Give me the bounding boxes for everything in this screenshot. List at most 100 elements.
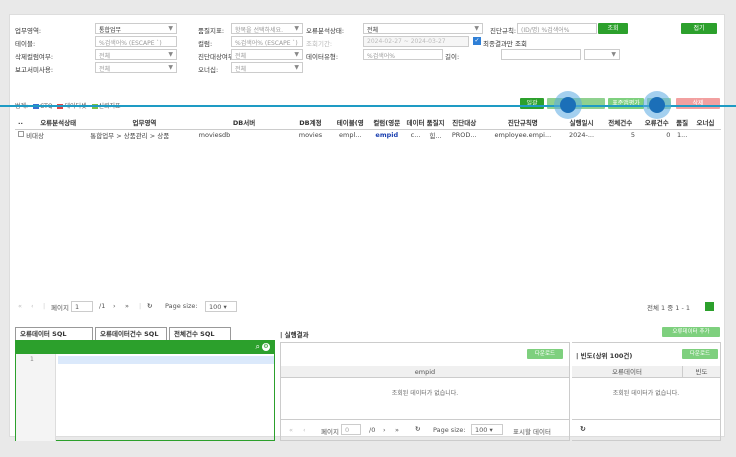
tab-error-data-sql[interactable]: 오류데이터 SQL	[15, 327, 93, 340]
chevron-down-icon: ▼	[294, 25, 299, 32]
line-numbers: 1	[16, 354, 56, 441]
settings-icon[interactable]: ⚙	[262, 343, 270, 351]
column-input[interactable]: %검색어% (ESCAPE `)	[231, 36, 303, 47]
table-cell: 통합업무 > 상품관리 > 상품	[90, 132, 170, 141]
result-download-button[interactable]: 다운로드	[527, 349, 563, 359]
error-status-label: 오류분석상태:	[306, 27, 345, 35]
period-label: 조회기간:	[306, 40, 333, 48]
delete-col-select[interactable]: 전체 ▼	[95, 49, 177, 60]
table-cell: PROD...	[451, 131, 477, 140]
grid-header[interactable]: 컬럼(영문	[369, 116, 405, 130]
result-panel: 다운로드 empid 조회된 데이터가 없습니다. « ‹ 페이지 0 /0 ›…	[280, 342, 570, 441]
refresh-icon[interactable]: ↻	[415, 425, 420, 433]
filter-row-4: 보고서미사용: 전체 ▼ 오너십: 전체 ▼	[15, 62, 721, 74]
result-title: | 실행결과	[280, 331, 309, 339]
length-operator-select[interactable]: ▼	[584, 49, 620, 60]
period-input[interactable]: 2024-02-27 ~ 2024-03-27	[363, 36, 469, 47]
result-page-size-select[interactable]: 100 ▾	[471, 424, 503, 435]
last-page-icon[interactable]: »	[125, 302, 129, 310]
refresh-icon[interactable]: ↻	[580, 425, 586, 433]
business-area-label: 업무영역:	[15, 27, 42, 35]
error-status-select[interactable]: 전체 ▼	[363, 23, 483, 34]
search-button[interactable]: 조회	[598, 23, 628, 34]
page-input[interactable]: 1	[71, 301, 93, 312]
grid-header[interactable]: 품질	[674, 116, 690, 130]
latest-only-label: 최종결과만 조회	[483, 40, 527, 48]
grid-header[interactable]: DB서버	[198, 116, 290, 130]
chevron-down-icon: ▼	[168, 51, 173, 58]
grid-header[interactable]: 데이터	[404, 116, 427, 130]
table-cell	[690, 129, 721, 141]
search-icon[interactable]: ⌕	[256, 342, 260, 352]
diag-rule-input[interactable]: (ID/명) %검색어%	[517, 23, 597, 34]
grid-header[interactable]: 진단대상	[444, 116, 485, 130]
length-label: 길이:	[445, 53, 460, 61]
collapse-button[interactable]: 접기	[681, 23, 717, 34]
result-total-pages: /0	[369, 426, 376, 434]
last-page-icon[interactable]: »	[395, 426, 399, 434]
data-type-input[interactable]: %검색어%	[363, 49, 443, 60]
grid-header[interactable]: DB계정	[289, 116, 332, 130]
result-column-header: empid	[281, 366, 569, 378]
page-size-value: 100	[209, 303, 222, 311]
quality-index-label: 품질지표:	[198, 27, 225, 35]
excel-icon[interactable]	[705, 302, 714, 311]
pager-summary: 전체 1 중 1 - 1	[647, 304, 691, 312]
grid-header[interactable]: 품질지	[426, 116, 445, 130]
owner-value: 전체	[235, 66, 247, 73]
refresh-icon[interactable]: ↻	[147, 302, 152, 310]
table-cell: moviesdb	[198, 131, 231, 140]
frequency-panel: | 빈도(상위 100건) 다운로드 오류데이터 빈도 조회된 데이터가 없습니…	[572, 342, 721, 441]
next-page-icon[interactable]: ›	[383, 426, 386, 434]
tab-total-count-sql[interactable]: 전체건수 SQL	[169, 327, 231, 340]
prev-page-icon[interactable]: ‹	[303, 426, 306, 434]
length-input[interactable]	[501, 49, 581, 60]
grid-header-row: .. 오류분석상태 업무영역 DB서버 DB계정 테이블(영 컬럼(영문 데이터…	[15, 116, 721, 130]
error-status-value: 전체	[367, 27, 379, 34]
first-page-icon[interactable]: «	[289, 426, 293, 434]
diag-rule-placeholder: (ID/명) %검색어%	[521, 27, 570, 34]
quality-index-select[interactable]: 항목을 선택하세요. ▼	[231, 23, 303, 34]
tab-error-count-sql[interactable]: 오류데이터건수 SQL	[95, 327, 167, 340]
grid-header[interactable]: 업무영역	[90, 116, 199, 130]
page-size-select[interactable]: 100 ▾	[205, 301, 237, 312]
row-checkbox[interactable]	[17, 131, 24, 138]
frequency-empty-message: 조회된 데이터가 없습니다.	[612, 390, 680, 397]
sql-editor[interactable]: 1	[16, 354, 274, 441]
standard-eval-button[interactable]: 표준앱평가	[608, 98, 644, 109]
filter-row-2: 테이블: %검색어% (ESCAPE `) 컬럼: %검색어% (ESCAPE …	[15, 36, 721, 48]
add-error-data-button[interactable]: 오류데이터 추가	[662, 327, 720, 337]
line-number: 1	[30, 356, 34, 363]
owner-select[interactable]: 전체 ▼	[231, 62, 303, 73]
frequency-col-data: 오류데이터	[572, 366, 682, 378]
first-page-icon[interactable]: «	[18, 302, 22, 310]
diag-target-select[interactable]: 전체 ▼	[231, 49, 303, 60]
batch-button[interactable]: 일괄	[520, 98, 544, 109]
select-all-header[interactable]: ..	[15, 116, 27, 130]
frequency-col-count: 빈도	[682, 366, 720, 378]
grid-header[interactable]: 오너십	[689, 116, 721, 130]
marker-dot-icon	[560, 97, 576, 113]
frequency-download-button[interactable]: 다운로드	[682, 349, 718, 359]
table-cell: 2024-...	[568, 131, 595, 140]
filter-row-3: 삭제컬럼여부: 전체 ▼ 진단대상여부: 전체 ▼ 데이터유형: %검색어% 길이:…	[15, 49, 721, 61]
next-page-icon[interactable]: ›	[113, 302, 116, 310]
result-page-input[interactable]: 0	[341, 424, 361, 435]
highlight-marker-2	[643, 91, 671, 119]
data-type-placeholder: %검색어%	[367, 53, 395, 60]
business-area-select[interactable]: 통합업무 ▼	[95, 23, 177, 34]
table-row[interactable]: 비대상 통합업무 > 상품관리 > 상품 moviesdb movies emp…	[15, 129, 721, 141]
page-size-label: Page size:	[165, 302, 198, 310]
prev-page-icon[interactable]: ‹	[31, 302, 34, 310]
grid-header[interactable]: 전체건수	[601, 116, 640, 130]
result-page-label: 페이지	[321, 428, 339, 436]
grid-header[interactable]: 오류분석상태	[26, 116, 91, 130]
grid-header[interactable]: 테이블(영	[331, 116, 370, 130]
delete-button[interactable]: 삭제	[676, 98, 720, 109]
report-usage-select[interactable]: 전체 ▼	[95, 62, 177, 73]
table-input[interactable]: %검색어% (ESCAPE `)	[95, 36, 177, 47]
chevron-down-icon: ▼	[474, 25, 479, 32]
checkbox-checked-icon[interactable]: ✓	[473, 37, 481, 45]
grid-header[interactable]: 진단규칙명	[484, 116, 562, 130]
table-cell: movies	[298, 131, 323, 140]
